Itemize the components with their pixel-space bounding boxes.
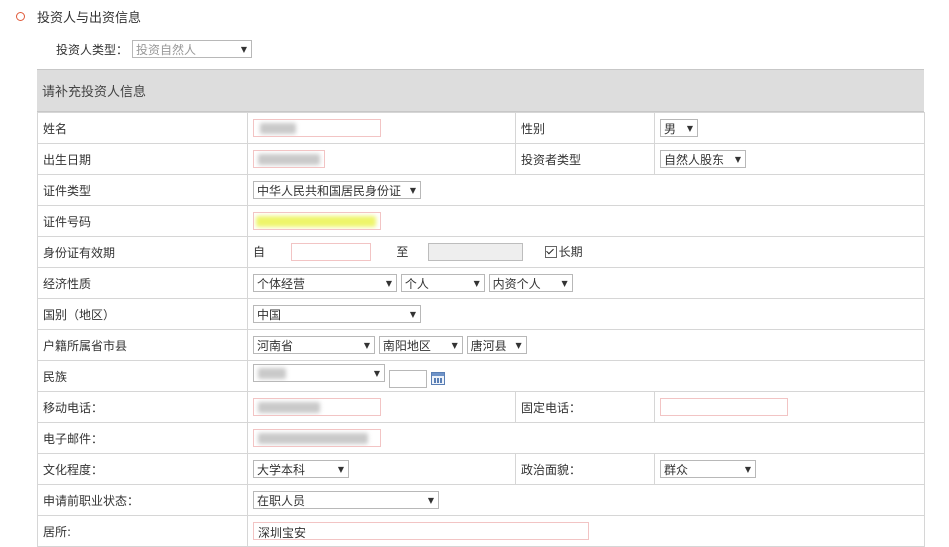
dropdown-arrow-icon: ▼ [473, 278, 480, 288]
landline-label: 固定电话： [515, 391, 655, 423]
validity-from-input[interactable] [290, 243, 371, 262]
birth-date-label: 出生日期 [37, 143, 248, 175]
redacted-value [260, 123, 296, 134]
investor-category-select[interactable]: 自然人股东 ▼ [660, 150, 746, 168]
row-education: 文化程度： 大学本科 ▼ 政治面貌： 群众 ▼ [37, 453, 925, 485]
birth-date-input[interactable] [253, 150, 325, 168]
county-select[interactable]: 唐河县 ▼ [466, 336, 527, 354]
name-input[interactable] [253, 119, 381, 137]
employment-status-label: 申请前职业状态： [37, 484, 248, 516]
dropdown-arrow-icon: ▼ [451, 340, 458, 350]
city-select[interactable]: 南阳地区 ▼ [378, 336, 463, 354]
long-term-label: 长期 [558, 244, 583, 259]
dropdown-arrow-icon: ▼ [385, 278, 392, 288]
form-header: 请补充投资人信息 [37, 69, 924, 112]
residence-input[interactable]: 深圳宝安 [253, 522, 589, 540]
section-header: 投资人与出资信息 [16, 7, 142, 26]
email-label: 电子邮件： [37, 422, 248, 454]
economic-nature-select-1[interactable]: 个体经营 ▼ [253, 274, 397, 292]
dropdown-arrow-icon: ▼ [427, 495, 434, 505]
investor-category-label: 投资者类型 [515, 143, 655, 175]
validity-from-label: 自 [253, 244, 266, 259]
economic-nature-select-3[interactable]: 内资个人 ▼ [488, 274, 573, 292]
gender-select[interactable]: 男 ▼ [660, 119, 698, 137]
name-label: 姓名 [37, 112, 248, 144]
validity-to-input[interactable] [428, 243, 523, 262]
investor-type-select[interactable]: 投资自然人 ▼ [132, 40, 253, 58]
id-number-input[interactable] [253, 212, 381, 230]
dropdown-arrow-icon: ▼ [337, 464, 344, 474]
employment-status-select[interactable]: 在职人员 ▼ [253, 491, 439, 509]
redacted-value [258, 402, 320, 413]
redacted-value [258, 368, 286, 380]
row-id-number: 证件号码 [37, 205, 925, 237]
row-id-validity: 身份证有效期 自 至 长期 [37, 236, 925, 268]
mobile-label: 移动电话： [37, 391, 248, 423]
political-status-select[interactable]: 群众 ▼ [660, 460, 756, 478]
dropdown-arrow-icon: ▼ [734, 154, 741, 164]
ethnicity-code-input[interactable] [388, 369, 427, 388]
investor-type-label: 投资人类型： [56, 42, 129, 57]
mobile-input[interactable] [253, 398, 381, 416]
row-household: 户籍所属省市县 河南省 ▼ 南阳地区 ▼ 唐河县 ▼ [37, 329, 925, 361]
economic-nature-select-2[interactable]: 个人 ▼ [400, 274, 485, 292]
row-residence: 居所: 深圳宝安 [37, 515, 925, 547]
province-select[interactable]: 河南省 ▼ [253, 336, 375, 354]
id-number-label: 证件号码 [37, 205, 248, 237]
education-label: 文化程度： [37, 453, 248, 485]
dropdown-arrow-icon: ▼ [686, 123, 693, 133]
dropdown-arrow-icon: ▼ [373, 368, 380, 378]
dropdown-arrow-icon: ▼ [744, 464, 751, 474]
row-economic-nature: 经济性质 个体经营 ▼ 个人 ▼ 内资个人 ▼ [37, 267, 925, 299]
circle-bullet-icon [16, 11, 25, 21]
investor-type-row: 投资人类型： 投资自然人 ▼ [56, 40, 253, 58]
investor-form-table: 姓名 性别 男 ▼ 出生日期 投资者类型 自然人股东 ▼ 证件类型 中华人民共和… [37, 112, 925, 547]
redacted-value [256, 216, 376, 227]
economic-nature-label: 经济性质 [37, 267, 248, 299]
dropdown-arrow-icon: ▼ [409, 185, 416, 195]
row-birth-date: 出生日期 投资者类型 自然人股东 ▼ [37, 143, 925, 175]
redacted-value [258, 433, 368, 444]
section-title: 投资人与出资信息 [37, 10, 142, 26]
row-email: 电子邮件： [37, 422, 925, 454]
investor-form: 请补充投资人信息 姓名 性别 男 ▼ 出生日期 投资者类型 自然人股东 ▼ 证件… [37, 69, 925, 547]
political-status-label: 政治面貌： [515, 453, 655, 485]
dropdown-arrow-icon: ▼ [561, 278, 568, 288]
ethnicity-label: 民族 [37, 360, 248, 392]
landline-input[interactable] [660, 398, 788, 416]
country-label: 国别（地区） [37, 298, 248, 330]
row-employment-status: 申请前职业状态： 在职人员 ▼ [37, 484, 925, 516]
gender-label: 性别 [515, 112, 655, 144]
lookup-icon[interactable] [430, 372, 445, 386]
dropdown-arrow-icon: ▼ [240, 44, 248, 54]
id-type-label: 证件类型 [37, 174, 248, 206]
row-country: 国别（地区） 中国 ▼ [37, 298, 925, 330]
email-input[interactable] [253, 429, 381, 447]
validity-to-label: 至 [396, 244, 409, 259]
redacted-value [258, 154, 320, 165]
dropdown-arrow-icon: ▼ [363, 340, 370, 350]
id-validity-label: 身份证有效期 [37, 236, 248, 268]
id-type-select[interactable]: 中华人民共和国居民身份证 ▼ [253, 181, 421, 199]
row-name: 姓名 性别 男 ▼ [37, 112, 925, 144]
long-term-checkbox[interactable] [544, 246, 557, 259]
country-select[interactable]: 中国 ▼ [253, 305, 421, 323]
row-ethnicity: 民族 ▼ [37, 360, 925, 392]
dropdown-arrow-icon: ▼ [515, 340, 522, 350]
row-mobile: 移动电话： 固定电话： [37, 391, 925, 423]
row-id-type: 证件类型 中华人民共和国居民身份证 ▼ [37, 174, 925, 206]
dropdown-arrow-icon: ▼ [409, 309, 416, 319]
ethnicity-select[interactable]: ▼ [253, 364, 385, 383]
household-label: 户籍所属省市县 [37, 329, 248, 361]
education-select[interactable]: 大学本科 ▼ [253, 460, 349, 478]
residence-label: 居所: [37, 515, 248, 547]
